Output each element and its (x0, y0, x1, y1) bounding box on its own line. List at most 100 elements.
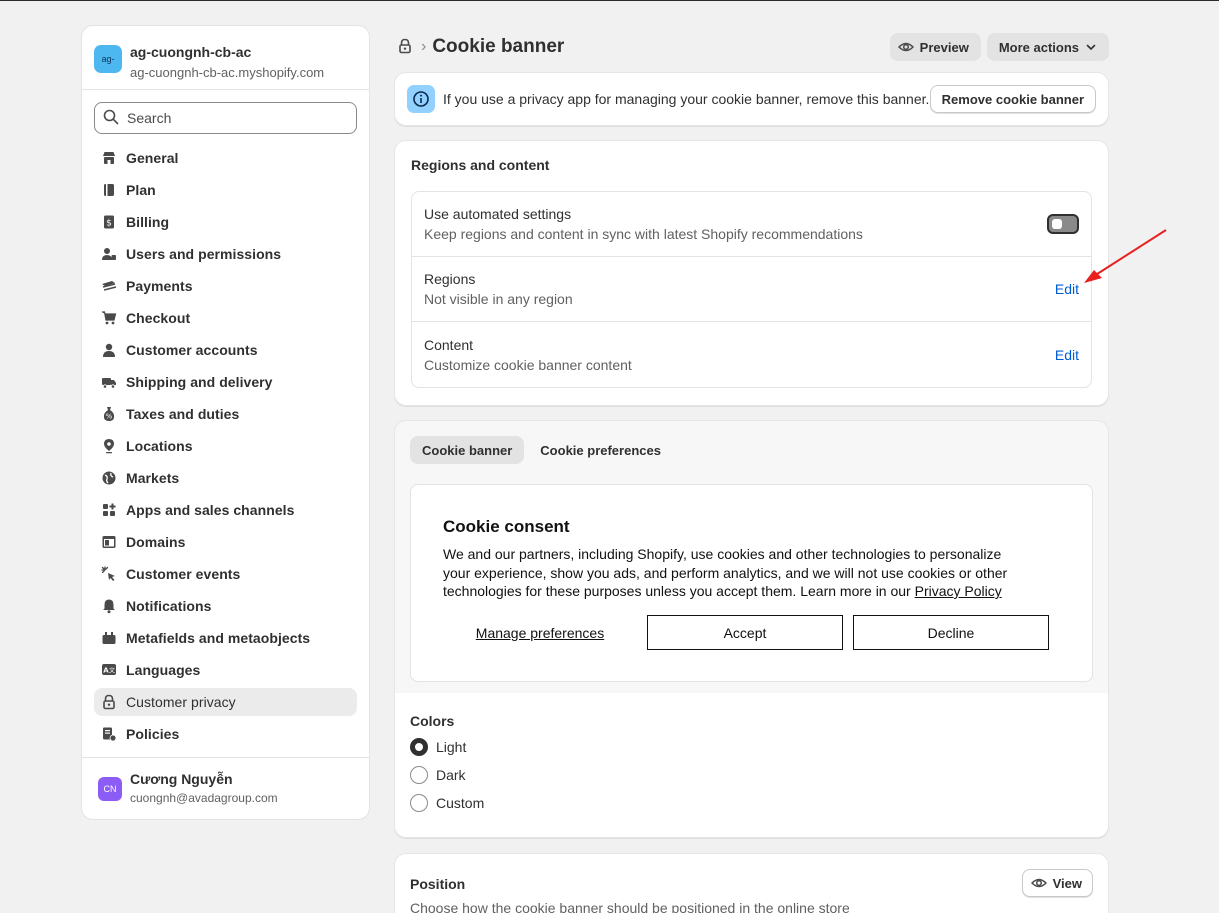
edit-regions-link[interactable]: Edit (1055, 281, 1079, 297)
sidebar-item-label: Billing (126, 214, 170, 230)
sidebar-item-label: Customer events (126, 566, 241, 582)
sidebar-item-policies[interactable]: Policies (94, 720, 357, 748)
color-option-dark[interactable]: Dark (410, 761, 1093, 789)
sidebar-item-label: Policies (126, 726, 180, 742)
preview-label: Preview (919, 39, 969, 55)
sidebar-item-metafields[interactable]: Metafields and metaobjects (94, 624, 357, 652)
sidebar-item-shipping[interactable]: Shipping and delivery (94, 368, 357, 396)
tab-cookie-preferences[interactable]: Cookie preferences (528, 436, 673, 464)
sidebar-item-billing[interactable]: $ Billing (94, 208, 357, 236)
view-position-button[interactable]: View (1021, 869, 1093, 897)
events-icon (100, 565, 118, 583)
sidebar-item-label: Shipping and delivery (126, 374, 273, 390)
sidebar-item-checkout[interactable]: Checkout (94, 304, 357, 332)
banner-text: If you use a privacy app for managing yo… (443, 91, 930, 107)
card-title: Position (410, 876, 466, 892)
sidebar-item-plan[interactable]: Plan (94, 176, 357, 204)
metafields-icon (100, 629, 118, 647)
row-title: Content (424, 336, 474, 353)
sidebar-item-label: Locations (126, 438, 193, 454)
sidebar-item-customer-accounts[interactable]: Customer accounts (94, 336, 357, 364)
preview-tabs: Cookie banner Cookie preferences (410, 436, 673, 464)
languages-icon: A文 (100, 661, 118, 679)
policies-icon (100, 725, 118, 743)
privacy-app-banner: If you use a privacy app for managing yo… (394, 72, 1109, 126)
row-subtitle: Keep regions and content in sync with la… (424, 226, 863, 242)
sidebar-item-label: Domains (126, 534, 186, 550)
sidebar-item-label: Notifications (126, 598, 212, 614)
tax-icon: % (100, 405, 118, 423)
sidebar-item-languages[interactable]: A文 Languages (94, 656, 357, 684)
store-avatar: ag- (94, 45, 122, 73)
search-box[interactable] (94, 102, 357, 134)
sidebar-item-users[interactable]: Users and permissions (94, 240, 357, 268)
content-row: Content Customize cookie banner content … (412, 322, 1091, 387)
apps-icon (100, 501, 118, 519)
accept-button[interactable]: Accept (647, 615, 843, 650)
consent-title: Cookie consent (443, 517, 570, 536)
sidebar-item-taxes[interactable]: % Taxes and duties (94, 400, 357, 428)
tab-cookie-banner[interactable]: Cookie banner (410, 436, 525, 464)
radio-label: Light (436, 739, 467, 755)
sidebar-item-label: Users and permissions (126, 246, 282, 262)
radio-label: Dark (436, 767, 466, 783)
position-card: Position Choose how the cookie banner sh… (394, 853, 1109, 913)
cookie-consent-preview: Cookie consent We and our partners, incl… (410, 484, 1093, 682)
manage-preferences-link[interactable]: Manage preferences (443, 625, 637, 641)
payments-icon (100, 277, 118, 295)
store-header[interactable]: ag- ag-cuongnh-cb-ac ag-cuongnh-cb-ac.my… (82, 26, 369, 90)
sidebar-item-label: Plan (126, 182, 156, 198)
sidebar-item-customer-events[interactable]: Customer events (94, 560, 357, 588)
preview-button[interactable]: Preview (889, 33, 981, 61)
sidebar-item-general[interactable]: General (94, 144, 357, 172)
sidebar-item-apps[interactable]: Apps and sales channels (94, 496, 357, 524)
color-option-light[interactable]: Light (410, 733, 1093, 761)
radio-label: Custom (436, 795, 485, 811)
users-icon (100, 245, 118, 263)
user-account[interactable]: CN Cương Nguyễn cuongnh@avadagroup.com (82, 757, 369, 819)
regions-content-card: Regions and content Use automated settin… (394, 140, 1109, 406)
sidebar-item-label: Payments (126, 278, 193, 294)
more-actions-button[interactable]: More actions (986, 33, 1109, 61)
position-subtitle: Choose how the cookie banner should be p… (410, 900, 850, 913)
lock-icon (397, 38, 413, 57)
sidebar-item-locations[interactable]: Locations (94, 432, 357, 460)
sidebar-item-domains[interactable]: Domains (94, 528, 357, 556)
settings-nav: General Plan $ Billing Users and permiss… (82, 144, 369, 748)
color-option-custom[interactable]: Custom (410, 789, 1093, 817)
store-icon (100, 149, 118, 167)
row-title: Use automated settings (424, 206, 572, 222)
view-label: View (1052, 875, 1082, 891)
automated-settings-toggle[interactable] (1047, 214, 1079, 234)
radio-checked[interactable] (410, 738, 428, 756)
sidebar-item-label: Customer accounts (126, 342, 258, 358)
sidebar-item-label: General (126, 150, 179, 166)
svg-text:$: $ (106, 219, 112, 229)
sidebar-item-markets[interactable]: Markets (94, 464, 357, 492)
card-title: Regions and content (411, 157, 550, 173)
radio-unchecked[interactable] (410, 794, 428, 812)
store-name: ag-cuongnh-cb-ac (130, 44, 252, 60)
row-subtitle: Customize cookie banner content (424, 356, 632, 373)
chevron-right-icon: › (421, 38, 427, 55)
truck-icon (100, 373, 118, 391)
search-input[interactable] (127, 110, 347, 126)
row-title: Regions (424, 271, 476, 287)
decline-button[interactable]: Decline (853, 615, 1049, 650)
breadcrumb[interactable] (395, 37, 415, 57)
consent-body: We and our partners, including Shopify, … (443, 545, 1023, 601)
svg-text:%: % (106, 413, 113, 421)
remove-cookie-banner-button[interactable]: Remove cookie banner (929, 85, 1096, 113)
row-subtitle: Not visible in any region (424, 291, 573, 307)
radio-unchecked[interactable] (410, 766, 428, 784)
sidebar-item-customer-privacy[interactable]: Customer privacy (94, 688, 357, 716)
location-icon (100, 437, 118, 455)
regions-row: Regions Not visible in any region Edit (412, 257, 1091, 322)
globe-icon (100, 469, 118, 487)
settings-sidebar: ag- ag-cuongnh-cb-ac ag-cuongnh-cb-ac.my… (81, 25, 370, 820)
sidebar-item-payments[interactable]: Payments (94, 272, 357, 300)
sidebar-item-label: Taxes and duties (126, 406, 240, 422)
privacy-policy-link[interactable]: Privacy Policy (915, 583, 1002, 599)
edit-content-link[interactable]: Edit (1055, 347, 1079, 363)
sidebar-item-notifications[interactable]: Notifications (94, 592, 357, 620)
